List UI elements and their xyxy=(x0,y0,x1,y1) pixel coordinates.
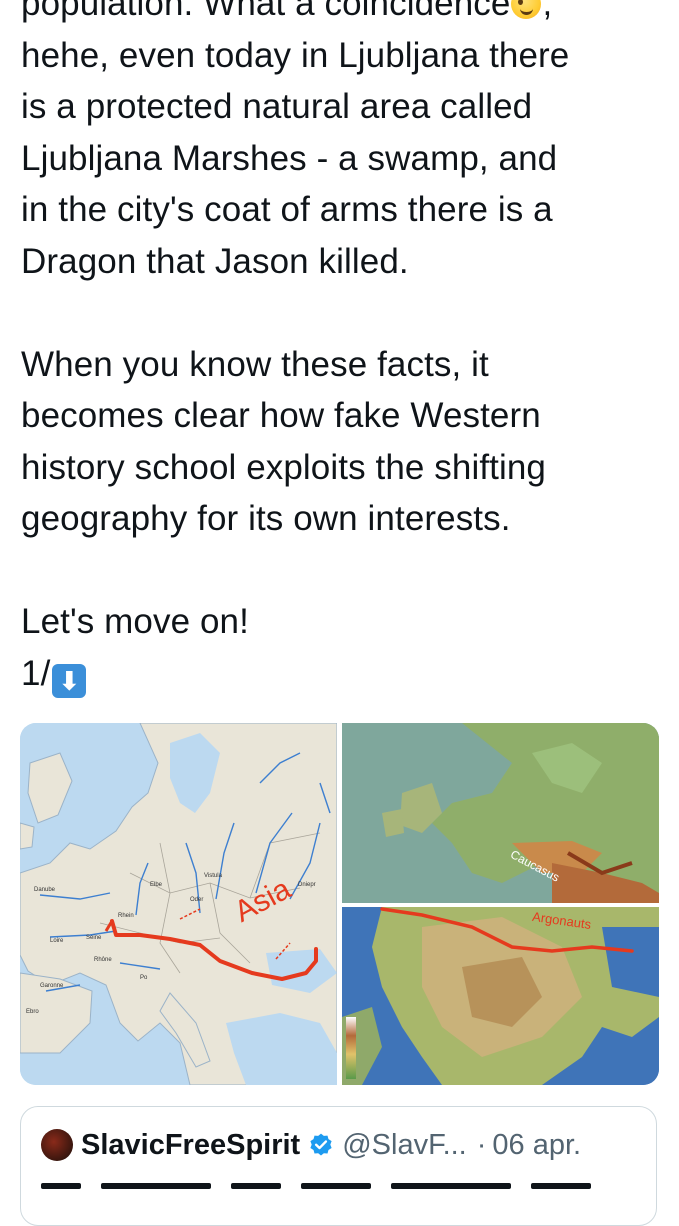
quoted-tweet[interactable]: SlavicFreeSpirit @SlavF... · 06 apr. xyxy=(20,1106,657,1226)
tweet-line: becomes clear how fake Western xyxy=(21,396,541,435)
verified-badge-icon xyxy=(310,1133,332,1156)
relief-map-top-graphic: Caucasus xyxy=(342,723,659,903)
tweet-line: is a protected natural area called xyxy=(21,87,533,126)
europe-map-graphic: Danube Loire Seine Rhein Elbe Oder Vistu… xyxy=(20,723,337,1085)
map-label-danube: Danube xyxy=(34,887,56,893)
quoted-author-handle[interactable]: @SlavF... xyxy=(342,1129,467,1162)
media-grid[interactable]: Danube Loire Seine Rhein Elbe Oder Vistu… xyxy=(20,723,659,1085)
thread-counter: 1/ xyxy=(21,653,51,693)
map-label-oder: Oder xyxy=(190,897,203,903)
map-label-dniepr: Dniepr xyxy=(298,882,316,888)
tweet-line-suffix: , xyxy=(542,0,553,23)
tweet-line: hehe, even today in Ljubljana there xyxy=(21,35,570,75)
down-arrow-icon: ⬇ xyxy=(52,663,87,698)
tweet-text: population. What a coincidence, hehe, ev… xyxy=(21,0,661,699)
relief-map-balkans-image[interactable]: Argonauts xyxy=(342,907,659,1085)
tweet-line: population. What a coincidence, xyxy=(21,0,661,30)
quoted-tweet-date[interactable]: 06 apr. xyxy=(492,1129,581,1162)
avatar[interactable] xyxy=(41,1129,73,1161)
map-label-po: Po xyxy=(140,975,148,981)
tweet-line-text: population. What a coincidence xyxy=(21,0,511,23)
map-label-rhone: Rhône xyxy=(94,957,112,963)
map-label-rhein: Rhein xyxy=(118,913,134,919)
map-label-vistula: Vistula xyxy=(204,873,223,879)
tweet-line: 1/⬇ xyxy=(21,648,661,700)
europe-rivers-map-image[interactable]: Danube Loire Seine Rhein Elbe Oder Vistu… xyxy=(20,723,337,1085)
relief-map-caucasus-image[interactable]: Caucasus xyxy=(342,723,659,903)
map-label-seine: Seine xyxy=(86,935,102,941)
winking-face-emoji-icon xyxy=(511,0,542,19)
tweet-line: Let's move on! xyxy=(21,602,249,641)
quoted-author-name[interactable]: SlavicFreeSpirit xyxy=(81,1129,300,1162)
tweet-line: When you know these facts, it xyxy=(21,344,489,384)
map-label-elbe: Elbe xyxy=(150,882,163,888)
tweet-line: Ljubljana Marshes - a swamp, and xyxy=(21,138,558,178)
tweet-line: in the city's coat of arms there is a xyxy=(21,190,553,229)
separator-dot: · xyxy=(476,1128,487,1161)
map-label-ebro: Ebro xyxy=(26,1009,39,1015)
tweet-line: geography for its own interests. xyxy=(21,499,511,538)
quoted-tweet-header: SlavicFreeSpirit @SlavF... · 06 apr. xyxy=(41,1125,581,1165)
relief-map-bottom-graphic: Argonauts xyxy=(342,907,659,1085)
map-label-loire: Loire xyxy=(50,938,64,944)
tweet-line: history school exploits the shifting xyxy=(21,447,546,487)
quoted-tweet-text-cutoff xyxy=(41,1183,641,1191)
tweet-line: Dragon that Jason killed. xyxy=(21,241,409,281)
map-label-garonne: Garonne xyxy=(40,983,64,989)
